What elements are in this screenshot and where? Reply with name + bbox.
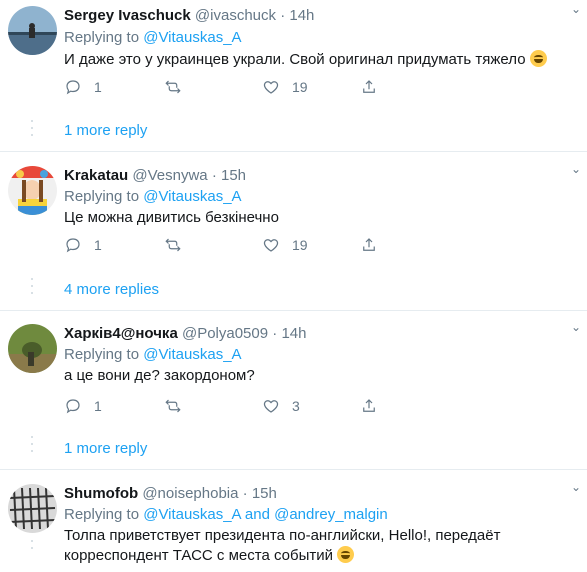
chevron-down-icon[interactable]: ⌄ — [571, 2, 581, 16]
user-handle[interactable]: @Vesnywa — [132, 167, 207, 184]
reply-count: 1 — [94, 237, 102, 253]
reply-count: 1 — [94, 398, 102, 414]
share-icon — [363, 238, 375, 251]
tweet-actions: 1 19 — [64, 77, 384, 97]
timestamp[interactable]: 14h — [289, 7, 314, 24]
divider — [0, 310, 587, 311]
dot-separator: · — [242, 485, 248, 502]
avatar[interactable] — [8, 324, 57, 373]
retweet-icon — [165, 399, 181, 413]
display-name[interactable]: Sergey Ivaschuck — [64, 7, 191, 24]
tweet-header: Харків4@ночка @Polya0509 · 14h — [64, 324, 306, 344]
dot-separator: · — [211, 167, 217, 184]
share-button[interactable] — [360, 77, 378, 97]
show-more-replies-link[interactable]: 1 more reply — [64, 121, 147, 141]
tweet-text-line-2: корреспондент ТАСС с места событий — [64, 546, 355, 566]
replying-to: Replying to @Vitauskas_A and @andrey_mal… — [64, 505, 388, 525]
reply-icon — [66, 238, 80, 253]
chevron-down-icon[interactable]: ⌄ — [571, 162, 581, 176]
tweet[interactable]: Sergey Ivaschuck @ivaschuck · 14h ⌄ Repl… — [0, 0, 587, 150]
like-button[interactable]: 19 — [262, 77, 308, 97]
tweet-text: И даже это у украинцев украли. Свой ориг… — [64, 50, 547, 70]
avatar[interactable] — [8, 166, 57, 215]
replying-label: Replying to — [64, 506, 140, 523]
rolling-on-floor-laughing-icon — [529, 50, 547, 67]
heart-icon — [263, 400, 279, 413]
replying-and: and — [244, 506, 270, 523]
replying-to: Replying to @Vitauskas_A — [64, 187, 242, 207]
face-with-tears-of-joy-icon — [337, 546, 355, 563]
share-icon — [363, 80, 375, 93]
reply-mention-link[interactable]: @Vitauskas_A — [143, 506, 241, 523]
heart-icon — [263, 81, 279, 94]
retweet-icon — [165, 238, 181, 252]
like-count: 19 — [292, 237, 308, 253]
replying-label: Replying to — [64, 188, 140, 205]
avatar[interactable] — [8, 484, 57, 533]
retweet-button[interactable] — [164, 396, 194, 416]
reply-mention-link[interactable]: @Vitauskas_A — [143, 346, 241, 363]
retweet-button[interactable] — [164, 235, 194, 255]
replying-to: Replying to @Vitauskas_A — [64, 345, 242, 365]
avatar[interactable] — [8, 6, 57, 55]
timestamp[interactable]: 14h — [281, 325, 306, 342]
share-button[interactable] — [360, 235, 378, 255]
thread-line — [30, 540, 34, 554]
share-button[interactable] — [360, 396, 378, 416]
chevron-down-icon[interactable]: ⌄ — [571, 320, 581, 334]
tweet[interactable]: Shumofob @noisephobia · 15h ⌄ Replying t… — [0, 478, 587, 572]
reply-mention-link-2[interactable]: @andrey_malgin — [274, 506, 388, 523]
tweet-header: Krakatau @Vesnywa · 15h — [64, 166, 246, 186]
show-more-replies-link[interactable]: 1 more reply — [64, 439, 147, 459]
share-icon — [363, 399, 375, 412]
chevron-down-icon[interactable]: ⌄ — [571, 480, 581, 494]
divider — [0, 469, 587, 470]
like-button[interactable]: 3 — [262, 396, 300, 416]
heart-icon — [263, 239, 279, 252]
tweet-text-line-1: Толпа приветствует президента по-английс… — [64, 527, 501, 544]
like-button[interactable]: 19 — [262, 235, 308, 255]
divider — [0, 151, 587, 152]
tweet-actions: 1 3 — [64, 396, 384, 416]
retweet-button[interactable] — [164, 77, 194, 97]
tweet-text: а це вони де? закордоном? — [64, 367, 255, 384]
display-name[interactable]: Харків4@ночка — [64, 325, 178, 342]
user-handle[interactable]: @noisephobia — [142, 485, 238, 502]
reply-button[interactable]: 1 — [64, 77, 102, 97]
tweet-header: Shumofob @noisephobia · 15h — [64, 484, 277, 504]
reply-mention-link[interactable]: @Vitauskas_A — [143, 188, 241, 205]
dot-separator: · — [280, 7, 286, 24]
timestamp[interactable]: 15h — [221, 167, 246, 184]
replying-label: Replying to — [64, 29, 140, 46]
reply-icon — [66, 80, 80, 95]
user-handle[interactable]: @ivaschuck — [195, 7, 276, 24]
tweet-actions: 1 19 — [64, 235, 384, 255]
reply-mention-link[interactable]: @Vitauskas_A — [143, 29, 241, 46]
user-handle[interactable]: @Polya0509 — [182, 325, 268, 342]
replying-label: Replying to — [64, 346, 140, 363]
display-name[interactable]: Krakatau — [64, 167, 128, 184]
dot-separator: · — [272, 325, 278, 342]
tweet-header: Sergey Ivaschuck @ivaschuck · 14h — [64, 6, 314, 26]
tweet-text: Це можна дивитись безкінечно — [64, 209, 279, 226]
tweet[interactable]: Krakatau @Vesnywa · 15h ⌄ Replying to @V… — [0, 160, 587, 308]
thread-line — [30, 120, 34, 141]
reply-button[interactable]: 1 — [64, 396, 102, 416]
tweet[interactable]: Харків4@ночка @Polya0509 · 14h ⌄ Replyin… — [0, 318, 587, 466]
tweet-text-content: И даже это у украинцев украли. Свой ориг… — [64, 51, 526, 68]
thread-line — [30, 278, 34, 299]
reply-button[interactable]: 1 — [64, 235, 102, 255]
replying-to: Replying to @Vitauskas_A — [64, 28, 242, 48]
like-count: 19 — [292, 79, 308, 95]
timestamp[interactable]: 15h — [252, 485, 277, 502]
tweet-text-content: корреспондент ТАСС с места событий — [64, 547, 333, 564]
display-name[interactable]: Shumofob — [64, 485, 138, 502]
thread-line — [30, 436, 34, 457]
reply-icon — [66, 399, 80, 414]
show-more-replies-link[interactable]: 4 more replies — [64, 280, 159, 300]
retweet-icon — [165, 80, 181, 94]
like-count: 3 — [292, 398, 300, 414]
reply-count: 1 — [94, 79, 102, 95]
